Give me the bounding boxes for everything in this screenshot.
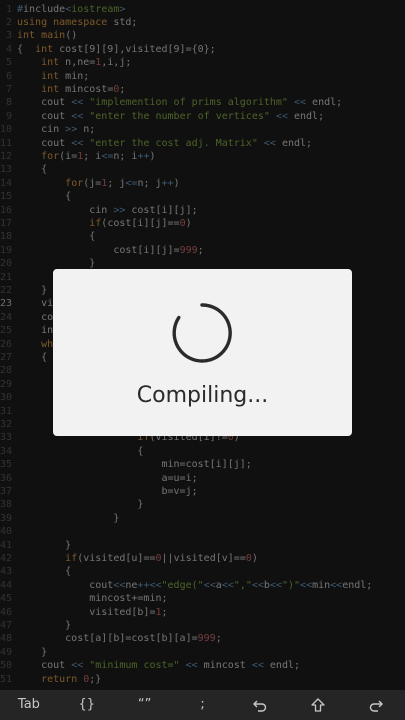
redo-icon <box>369 700 384 712</box>
shift-button[interactable] <box>289 690 347 720</box>
modal-overlay: Compiling... <box>0 0 405 690</box>
semicolon-key-button[interactable]: ; <box>174 690 232 720</box>
keyboard-accessory-bar: Tab {} “” ; <box>0 690 405 720</box>
undo-icon <box>253 700 267 712</box>
loading-spinner-icon <box>172 303 232 363</box>
redo-button[interactable] <box>347 690 405 720</box>
compiling-message: Compiling... <box>136 383 269 408</box>
undo-button[interactable] <box>231 690 289 720</box>
tab-key-button[interactable]: Tab <box>0 690 58 720</box>
shift-up-icon <box>311 697 325 712</box>
braces-key-button[interactable]: {} <box>58 690 116 720</box>
quotes-key-button[interactable]: “” <box>116 690 174 720</box>
compiling-dialog: Compiling... <box>53 269 352 436</box>
